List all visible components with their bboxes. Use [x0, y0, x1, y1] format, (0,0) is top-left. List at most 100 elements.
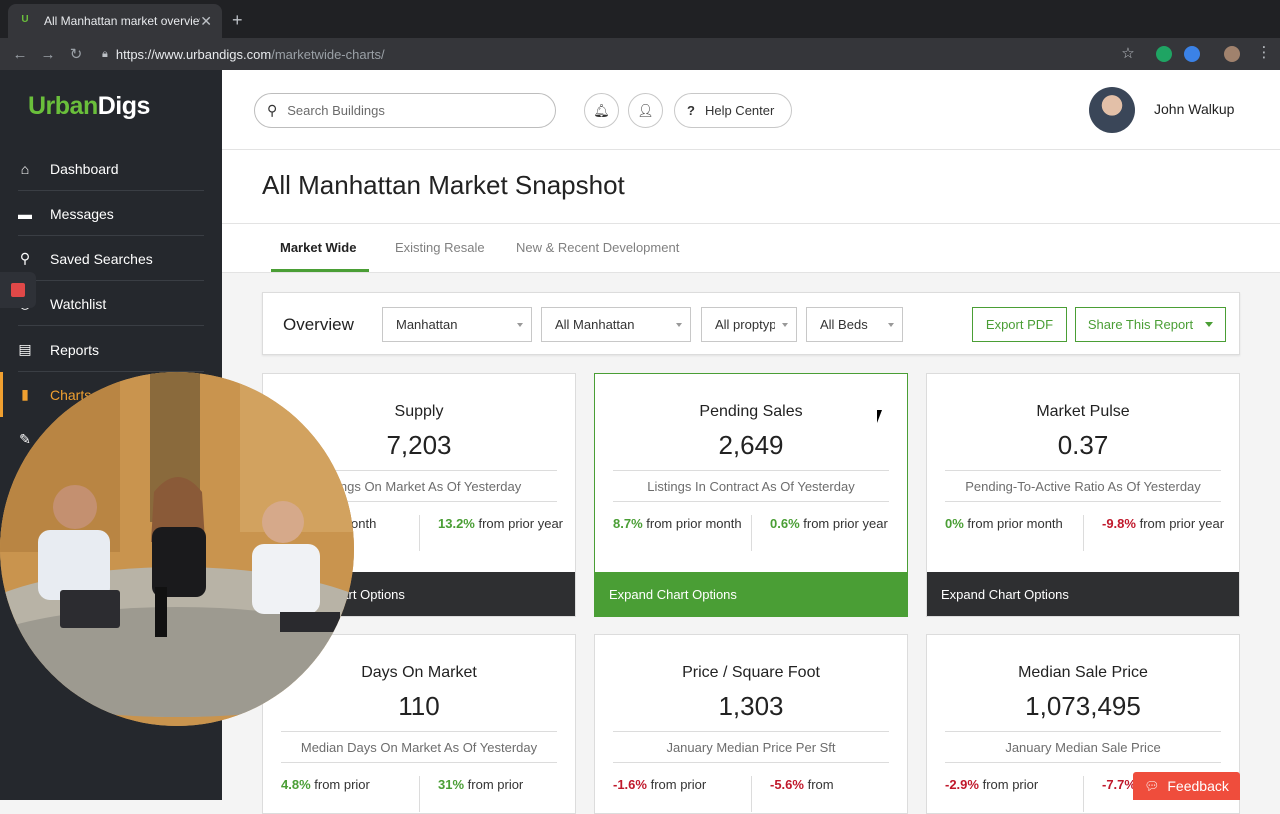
stat-prior-year: 0.6% from prior year	[770, 516, 888, 531]
stat-prior-month: 4.8% from prior	[281, 777, 370, 792]
overview-label: Overview	[283, 315, 354, 334]
card-value: 1,073,495	[1025, 691, 1141, 721]
chat-icon: ▬	[18, 205, 32, 222]
tab-title: All Manhattan market overview	[44, 14, 201, 28]
address-bar: ← → ↻ 🔒︎ https://www.urbandigs.com/marke…	[0, 38, 1280, 70]
card-title: Median Sale Price	[1018, 664, 1148, 681]
stat-prior-year: -5.6% from	[770, 777, 834, 792]
sidebar-item-label: Reports	[50, 341, 100, 358]
chat-bubble-icon: 💬︎	[1144, 779, 1160, 793]
search-placeholder: Search Buildings	[287, 103, 385, 118]
search-icon: ⚲	[267, 102, 278, 118]
sidebar-item-label: Dashboard	[50, 160, 119, 177]
sidebar-item-label: Saved Searches	[50, 250, 153, 267]
tab-market-wide[interactable]: Market Wide	[280, 240, 356, 255]
card-price-per-square-foot: Price / Square Foot 1,303 January Median…	[594, 634, 908, 814]
document-icon: ▤	[18, 341, 32, 357]
avatar[interactable]	[1089, 87, 1135, 133]
record-stop-button[interactable]	[0, 272, 36, 308]
stat-prior-month: 8.7% from prior month	[613, 516, 742, 531]
sidebar-item-label: Messages	[50, 205, 114, 222]
bell-icon: 🔔︎	[593, 102, 610, 118]
close-tab-icon[interactable]: ✕	[200, 13, 212, 30]
forward-icon[interactable]: →	[34, 46, 62, 63]
zoom-extension-icon[interactable]	[1184, 46, 1200, 62]
card-title: Market Pulse	[1036, 403, 1130, 420]
sidebar-item-dashboard[interactable]: ⌂ Dashboard	[0, 146, 222, 191]
expand-chart-options-button[interactable]: Expand Chart Options	[927, 572, 1239, 616]
sidebar-item-messages[interactable]: ▬ Messages	[0, 191, 222, 236]
chevron-down-icon	[1205, 322, 1214, 327]
card-subtitle: Listings In Contract As Of Yesterday	[647, 479, 855, 494]
card-title: Days On Market	[361, 664, 477, 681]
tab-new-recent-development[interactable]: New & Recent Development	[516, 240, 679, 255]
user-name[interactable]: John Walkup	[1154, 101, 1234, 117]
url-path: /marketwide-charts/	[271, 46, 385, 62]
card-subtitle: January Median Sale Price	[1005, 740, 1161, 755]
browser-menu-icon[interactable]: ⋮	[1250, 43, 1278, 61]
card-subtitle: January Median Price Per Sft	[666, 740, 836, 755]
help-center-label: Help Center	[704, 103, 775, 118]
grammarly-extension-icon[interactable]	[1156, 46, 1172, 62]
back-icon[interactable]: ←	[6, 46, 34, 63]
card-subtitle: Median Days On Market As Of Yesterday	[300, 740, 538, 755]
stat-prior-year: 31% from prior	[438, 777, 524, 792]
search-input[interactable]: ⚲ Search Buildings	[254, 93, 556, 128]
add-user-button[interactable]: 👤︎	[628, 93, 663, 128]
card-value: 0.37	[1057, 430, 1109, 460]
card-value: 1,303	[718, 691, 784, 721]
card-value: 110	[398, 691, 440, 721]
share-report-button[interactable]: Share This Report	[1075, 307, 1226, 342]
stat-prior-month: 0% from prior month	[945, 516, 1063, 531]
property-type-select[interactable]: All proptypes	[701, 307, 797, 342]
feedback-button[interactable]: 💬︎ Feedback	[1133, 772, 1240, 800]
browser-tab[interactable]: U All Manhattan market overview ✕	[8, 4, 222, 38]
new-tab-icon[interactable]: +	[232, 10, 243, 31]
mouse-cursor-icon	[877, 410, 882, 423]
expand-chart-options-button[interactable]: Expand Chart Options	[595, 572, 907, 616]
sidebar-item-reports[interactable]: ▤ Reports	[0, 327, 222, 372]
card-title: Supply	[394, 403, 444, 420]
stat-prior-year: 13.2% from prior year	[438, 516, 564, 531]
page-title: All Manhattan Market Snapshot	[262, 170, 625, 200]
url-host: https://www.urbandigs.com	[115, 46, 272, 62]
card-market-pulse: Market Pulse 0.37 Pending-To-Active Rati…	[926, 373, 1240, 617]
card-subtitle: Pending-To-Active Ratio As Of Yesterday	[965, 479, 1201, 494]
export-pdf-button[interactable]: Export PDF	[972, 307, 1067, 342]
stat-prior-year: -9.8% from prior year	[1102, 516, 1225, 531]
card-pending-sales: Pending Sales 2,649 Listings In Contract…	[594, 373, 908, 617]
page-title-bar: All Manhattan Market Snapshot	[222, 150, 1280, 224]
question-icon: ?	[687, 103, 695, 118]
borough-select[interactable]: Manhattan	[382, 307, 532, 342]
sidebar-item-label: Watchlist	[50, 295, 107, 312]
card-value: 2,649	[718, 430, 784, 460]
beds-select[interactable]: All Beds	[806, 307, 903, 342]
bookmark-star-icon[interactable]: ☆	[1114, 44, 1142, 62]
feedback-label: Feedback	[1167, 778, 1229, 794]
add-user-icon: 👤︎	[637, 102, 654, 118]
stat-prior-month: -1.6% from prior	[613, 777, 707, 792]
search-icon: ⚲	[19, 250, 31, 266]
card-title: Price / Square Foot	[682, 664, 820, 681]
bar-chart-icon: ▮	[21, 386, 29, 402]
browser-tab-bar: U All Manhattan market overview ✕ +	[0, 0, 1280, 38]
lock-icon: 🔒︎	[102, 47, 108, 60]
webcam-video-image	[0, 372, 354, 726]
url-field[interactable]: 🔒︎ https://www.urbandigs.com/marketwide-…	[102, 42, 1152, 66]
notifications-button[interactable]: 🔔︎	[584, 93, 619, 128]
profile-avatar-icon[interactable]	[1224, 46, 1240, 62]
webcam-video-overlay[interactable]	[0, 372, 354, 726]
stat-prior-month: -2.9% from prior	[945, 777, 1039, 792]
urbandigs-logo[interactable]: UrbanDigs	[28, 92, 150, 121]
home-icon: ⌂	[20, 160, 30, 177]
help-center-button[interactable]: ? Help Center	[674, 93, 792, 128]
tab-existing-resale[interactable]: Existing Resale	[395, 240, 485, 255]
top-header: ⚲ Search Buildings 🔔︎ 👤︎ ? Help Center J…	[222, 70, 1280, 150]
active-tab-indicator	[271, 269, 369, 272]
neighborhood-select[interactable]: All Manhattan	[541, 307, 691, 342]
reload-icon[interactable]: ↻	[62, 45, 90, 63]
favicon-icon: U	[21, 14, 29, 25]
page-tabs: Market Wide Existing Resale New & Recent…	[222, 224, 1280, 273]
card-title: Pending Sales	[699, 403, 803, 420]
overview-bar: Overview Manhattan All Manhattan All pro…	[262, 292, 1240, 355]
